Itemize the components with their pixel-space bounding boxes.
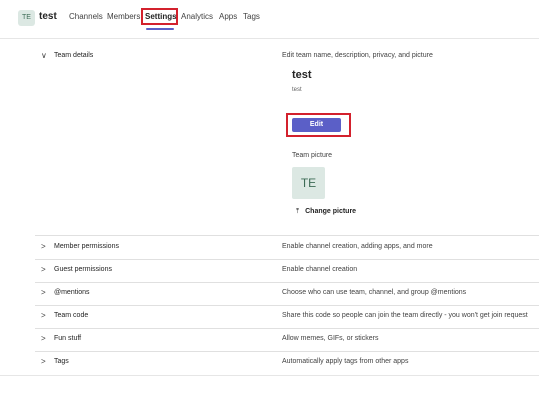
section-title[interactable]: Team details — [54, 52, 93, 59]
tab-apps[interactable]: Apps — [219, 12, 237, 21]
settings-tab-highlight — [141, 8, 178, 25]
section-description: Automatically apply tags from other apps — [282, 358, 409, 365]
section-team-code[interactable]: > Team code Share this code so people ca… — [35, 305, 539, 329]
section-title: Member permissions — [54, 243, 119, 250]
team-picture: TE — [292, 167, 325, 199]
section-title: Team code — [54, 312, 89, 319]
change-picture-label: Change picture — [305, 208, 357, 215]
tab-tags[interactable]: Tags — [243, 12, 260, 21]
section-description: Allow memes, GIFs, or stickers — [282, 335, 379, 342]
section-fun-stuff[interactable]: > Fun stuff Allow memes, GIFs, or sticke… — [35, 328, 539, 352]
section-description: Share this code so people can join the t… — [282, 312, 528, 319]
section-tags[interactable]: > Tags Automatically apply tags from oth… — [35, 351, 539, 374]
divider — [0, 375, 539, 376]
chevron-right-icon: > — [41, 357, 46, 366]
team-name-value: test — [292, 69, 312, 81]
tab-analytics[interactable]: Analytics — [181, 12, 213, 21]
change-picture-button[interactable]: ⤒ Change picture — [296, 208, 356, 216]
section-guest-permissions[interactable]: > Guest permissions Enable channel creat… — [35, 259, 539, 283]
section-description: Enable channel creation — [282, 266, 358, 273]
upload-icon: ⤒ — [296, 208, 300, 215]
edit-button-highlight — [286, 113, 351, 137]
chevron-down-icon[interactable]: ∨ — [41, 51, 47, 60]
section-title: @mentions — [54, 289, 90, 296]
team-header: TE test Channels Members Settings Analyt… — [0, 0, 539, 39]
team-description-value: test — [292, 87, 302, 93]
team-name: test — [39, 11, 57, 22]
section-member-permissions[interactable]: > Member permissions Enable channel crea… — [35, 236, 539, 260]
chevron-right-icon: > — [41, 334, 46, 343]
section-title: Guest permissions — [54, 266, 112, 273]
section-description: Edit team name, description, privacy, an… — [282, 52, 433, 59]
team-avatar[interactable]: TE — [18, 10, 35, 26]
tab-members[interactable]: Members — [107, 12, 140, 21]
chevron-right-icon: > — [41, 288, 46, 297]
section-mentions[interactable]: > @mentions Choose who can use team, cha… — [35, 282, 539, 306]
active-tab-indicator — [146, 28, 174, 30]
chevron-right-icon: > — [41, 242, 46, 251]
chevron-right-icon: > — [41, 265, 46, 274]
chevron-right-icon: > — [41, 311, 46, 320]
section-description: Enable channel creation, adding apps, an… — [282, 243, 433, 250]
section-title: Fun stuff — [54, 335, 82, 342]
team-picture-label: Team picture — [292, 152, 333, 159]
section-title: Tags — [54, 358, 69, 365]
section-description: Choose who can use team, channel, and gr… — [282, 289, 467, 296]
tab-channels[interactable]: Channels — [69, 12, 103, 21]
